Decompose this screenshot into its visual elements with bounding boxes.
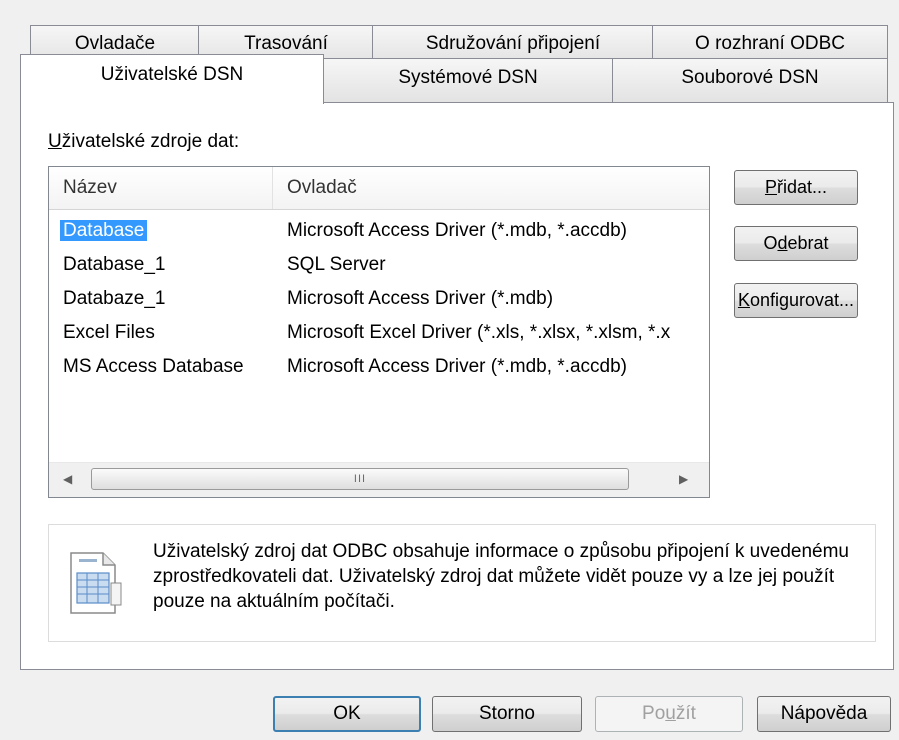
row-name-cell: Databaze_1: [63, 288, 166, 309]
remove-accel: d: [777, 233, 788, 253]
cancel-button[interactable]: Storno: [432, 696, 582, 732]
apply-button[interactable]: Použít: [595, 696, 743, 732]
data-source-document-icon: [70, 552, 122, 614]
remove-label-pre: O: [763, 233, 778, 253]
row-name-cell: Excel Files: [63, 322, 155, 343]
apply-accel: u: [665, 703, 676, 724]
add-accel: P: [764, 177, 777, 197]
info-box: Uživatelský zdroj dat ODBC obsahuje info…: [48, 524, 876, 642]
label-rest: živatelské zdroje dat:: [61, 131, 240, 152]
tab-uzivatelske-dsn[interactable]: Uživatelské DSN: [20, 54, 324, 104]
row-driver-cell: Microsoft Excel Driver (*.xls, *.xlsx, *…: [287, 322, 671, 343]
list-row[interactable]: Excel Files Microsoft Excel Driver (*.xl…: [49, 319, 709, 349]
scroll-right-arrow-icon[interactable]: ▶: [679, 472, 688, 486]
list-row[interactable]: Database_1 SQL Server: [49, 251, 709, 281]
row-name-cell: MS Access Database: [63, 356, 244, 377]
user-data-sources-label: Uživatelské zdroje dat:: [48, 131, 239, 153]
ok-button[interactable]: OK: [273, 696, 421, 732]
tab-souborove-dsn[interactable]: Souborové DSN: [612, 58, 888, 102]
configure-button[interactable]: Konfigurovat...: [734, 283, 858, 318]
configure-accel: K: [737, 290, 750, 310]
list-header: Název Ovladač: [49, 167, 709, 210]
row-driver-cell: Microsoft Access Driver (*.mdb): [287, 288, 554, 309]
column-separator[interactable]: [272, 167, 273, 209]
apply-label-rest: žít: [675, 703, 696, 724]
data-source-list[interactable]: Název Ovladač Database Microsoft Access …: [48, 166, 710, 498]
row-name-cell: Database_1: [63, 254, 166, 275]
row-name-cell: Database: [60, 220, 148, 242]
row-driver-cell: Microsoft Access Driver (*.mdb, *.accdb): [287, 220, 627, 241]
help-button[interactable]: Nápověda: [757, 696, 891, 732]
list-row[interactable]: Databaze_1 Microsoft Access Driver (*.md…: [49, 285, 709, 315]
list-row[interactable]: Database Microsoft Access Driver (*.mdb,…: [49, 217, 709, 247]
selected-row-name: Database: [60, 220, 148, 241]
tab-systemove-dsn[interactable]: Systémové DSN: [322, 58, 614, 102]
remove-button[interactable]: Odebrat: [734, 226, 858, 261]
column-header-driver[interactable]: Ovladač: [287, 177, 357, 199]
row-driver-cell: SQL Server: [287, 254, 386, 275]
remove-label-rest: ebrat: [787, 233, 829, 253]
scroll-left-arrow-icon[interactable]: ◀: [63, 472, 72, 486]
list-row[interactable]: MS Access Database Microsoft Access Driv…: [49, 353, 709, 383]
scrollbar-thumb[interactable]: III: [91, 468, 629, 490]
apply-label-pre: Po: [642, 703, 666, 724]
column-header-name[interactable]: Název: [63, 177, 117, 199]
label-accel: U: [48, 131, 62, 152]
info-text: Uživatelský zdroj dat ODBC obsahuje info…: [153, 541, 849, 612]
add-button[interactable]: Přidat...: [734, 170, 858, 205]
row-driver-cell: Microsoft Access Driver (*.mdb, *.accdb): [287, 356, 627, 377]
add-label-rest: řidat...: [776, 177, 828, 197]
horizontal-scrollbar[interactable]: ◀ III ▶: [49, 462, 709, 497]
configure-label-rest: onfigurovat...: [749, 290, 855, 310]
